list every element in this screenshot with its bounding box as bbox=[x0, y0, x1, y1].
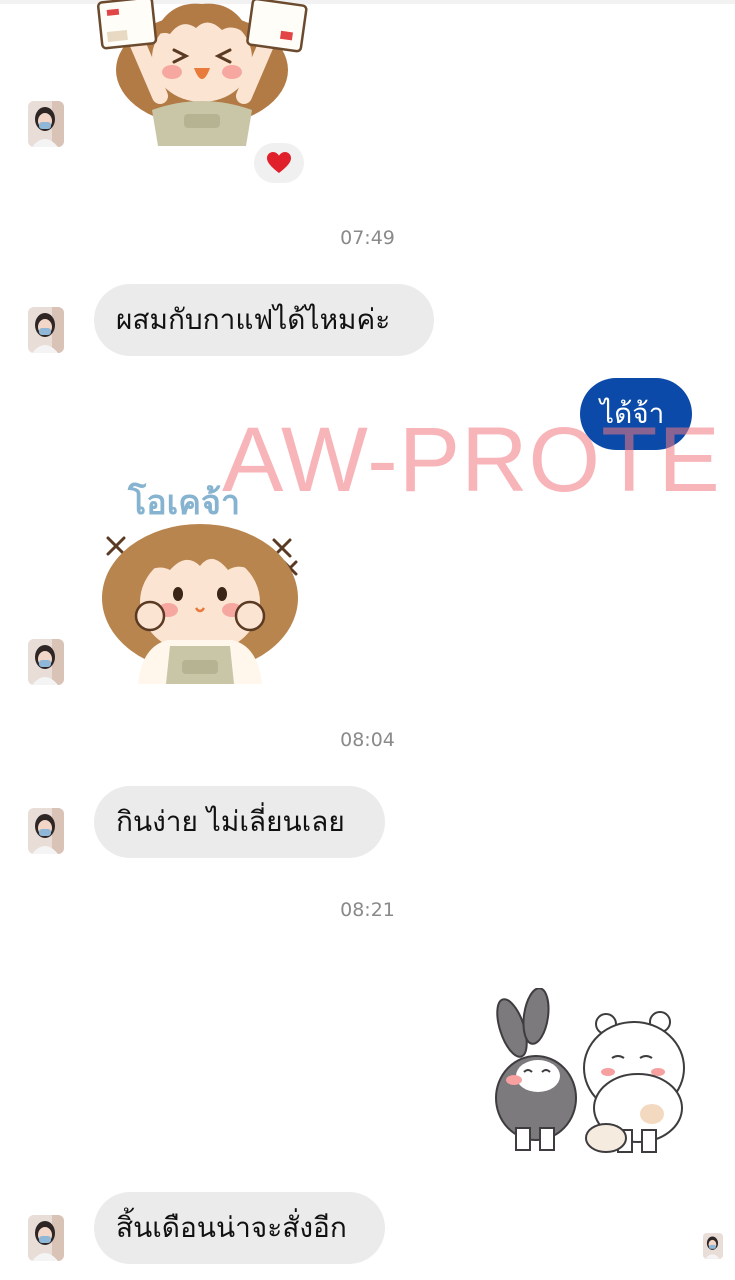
incoming-message[interactable]: ผสมกับกาแฟได้ไหมค่ะ bbox=[94, 284, 434, 356]
avatar[interactable] bbox=[28, 307, 64, 353]
timestamp: 08:21 bbox=[340, 899, 395, 921]
incoming-message[interactable]: สิ้นเดือนน่าจะสั่งอีก bbox=[94, 1192, 385, 1264]
avatar[interactable] bbox=[28, 1215, 64, 1261]
sticker-bunny-bear[interactable] bbox=[478, 987, 692, 1156]
incoming-message[interactable]: กินง่าย ไม่เลี่ยนเลย bbox=[94, 786, 385, 858]
timestamp: 07:49 bbox=[340, 227, 395, 249]
sticker-okay-girl[interactable]: โอเคจ้า bbox=[98, 470, 308, 684]
sticker-text: โอเคจ้า bbox=[127, 482, 240, 523]
seen-receipt-avatar bbox=[703, 1233, 723, 1259]
avatar[interactable] bbox=[28, 639, 64, 685]
sticker-girl-boxes[interactable] bbox=[96, 0, 308, 150]
heart-icon bbox=[267, 152, 291, 173]
reaction-badge[interactable] bbox=[254, 143, 304, 183]
avatar[interactable] bbox=[28, 808, 64, 854]
timestamp: 08:04 bbox=[340, 729, 395, 751]
avatar[interactable] bbox=[28, 101, 64, 147]
outgoing-message[interactable]: ได้จ้า bbox=[580, 378, 692, 450]
